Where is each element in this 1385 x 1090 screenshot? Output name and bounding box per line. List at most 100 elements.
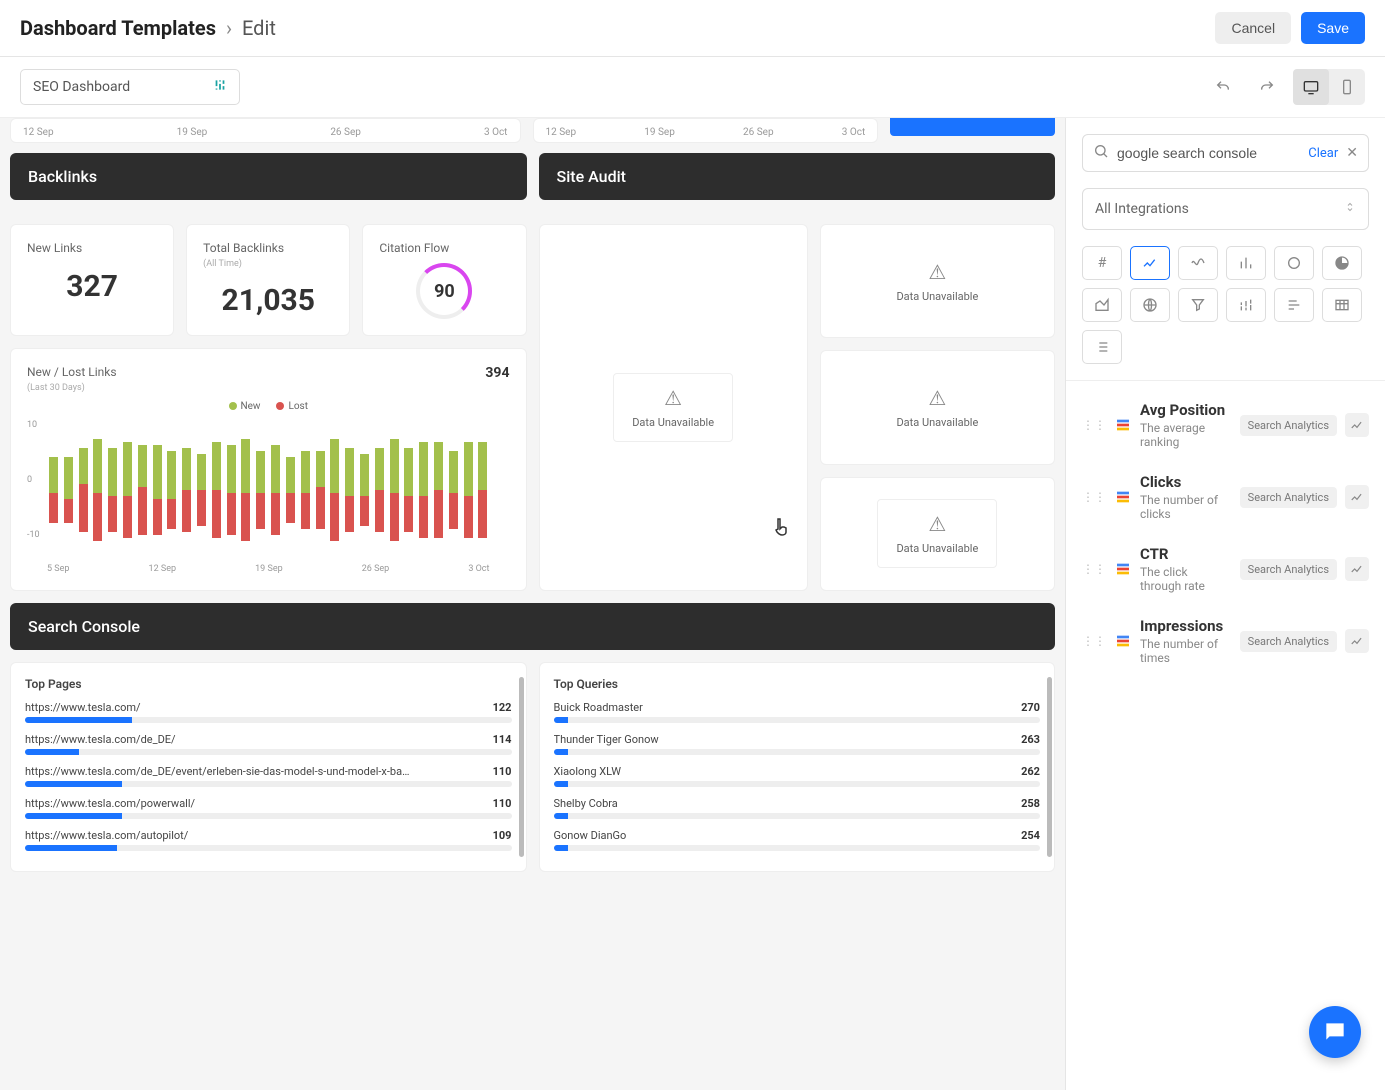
bar-pair — [269, 445, 282, 535]
chart-sub: (Last 30 Days) — [27, 383, 117, 393]
close-icon[interactable]: ✕ — [1346, 145, 1358, 161]
metric-tag: Search Analytics — [1240, 487, 1337, 508]
scrollbar[interactable] — [519, 677, 524, 857]
bar-pair — [225, 445, 238, 535]
drag-handle-icon[interactable]: ⋮⋮ — [1082, 490, 1106, 504]
wtype-area[interactable] — [1082, 288, 1122, 322]
sidebar: Clear ✕ All Integrations # ⋮⋮Avg Positio… — [1065, 118, 1385, 1090]
metric-chart-icon[interactable] — [1345, 629, 1369, 653]
list-title: Top Queries — [554, 677, 1041, 691]
undo-button[interactable] — [1205, 69, 1241, 105]
list-item[interactable]: https://www.tesla.com/de_DE/event/erlebe… — [25, 765, 512, 778]
bar-pair — [462, 442, 475, 538]
list-item-value: 114 — [493, 733, 512, 746]
legend-new: New — [229, 401, 261, 412]
wtype-sparkline[interactable] — [1178, 246, 1218, 280]
redo-button[interactable] — [1249, 69, 1285, 105]
list-item[interactable]: https://www.tesla.com/de_DE/114 — [25, 733, 512, 746]
progress-bar — [25, 813, 512, 819]
list-item[interactable]: https://www.tesla.com/powerwall/110 — [25, 797, 512, 810]
axis-label: 12 Sep — [546, 127, 577, 138]
wtype-bar[interactable] — [1226, 246, 1266, 280]
warning-icon: ⚠ — [928, 260, 946, 284]
new-lost-links-chart[interactable]: New / Lost Links (Last 30 Days) 394 New … — [10, 348, 527, 591]
save-button[interactable]: Save — [1301, 12, 1365, 44]
progress-bar — [25, 749, 512, 755]
cancel-button[interactable]: Cancel — [1215, 12, 1291, 44]
chat-fab[interactable] — [1309, 1006, 1361, 1058]
bar-pair — [254, 451, 267, 529]
wtype-line[interactable] — [1130, 246, 1170, 280]
wtype-hbar[interactable] — [1274, 288, 1314, 322]
desktop-view-button[interactable] — [1293, 69, 1329, 105]
axis-row-top: 12 Sep 19 Sep 26 Sep 3 Oct 12 Sep 19 Sep… — [10, 118, 1055, 143]
metric-row[interactable]: ⋮⋮Avg PositionThe average rankingSearch … — [1066, 389, 1385, 461]
new-links-card[interactable]: New Links 327 — [10, 224, 174, 336]
audit-card-3[interactable]: ⚠ Data Unavailable — [820, 477, 1055, 591]
audit-card-1[interactable]: ⚠ Data Unavailable — [820, 224, 1055, 338]
breadcrumb-current: Edit — [242, 16, 276, 40]
list-item[interactable]: Xiaolong XLW262 — [554, 765, 1041, 778]
list-item-value: 110 — [493, 797, 512, 810]
top-pages-card[interactable]: Top Pages https://www.tesla.com/122https… — [10, 662, 527, 872]
clear-link[interactable]: Clear — [1308, 146, 1338, 161]
drag-handle-icon[interactable]: ⋮⋮ — [1082, 634, 1106, 648]
metric-chart-icon[interactable] — [1345, 557, 1369, 581]
bar-pair — [284, 457, 297, 523]
total-backlinks-card[interactable]: Total Backlinks (All Time) 21,035 — [186, 224, 350, 336]
drag-handle-icon[interactable]: ⋮⋮ — [1082, 418, 1106, 432]
bar-chart-body: 10 0 -10 — [27, 420, 510, 560]
wtype-list[interactable] — [1082, 330, 1122, 364]
metric-chart-icon[interactable] — [1345, 413, 1369, 437]
list-item[interactable]: Buick Roadmaster270 — [554, 701, 1041, 714]
axis-card-2[interactable]: 12 Sep 19 Sep 26 Sep 3 Oct — [533, 118, 879, 143]
wtype-donut[interactable] — [1274, 246, 1314, 280]
list-item-value: 270 — [1021, 701, 1040, 714]
card-title: New Links — [27, 241, 157, 255]
metric-name: Impressions — [1140, 617, 1232, 635]
canvas[interactable]: 12 Sep 19 Sep 26 Sep 3 Oct 12 Sep 19 Sep… — [0, 118, 1065, 1090]
list-item-label: https://www.tesla.com/de_DE/ — [25, 733, 176, 746]
x-tick: 12 Sep — [149, 564, 177, 574]
list-item-value: 262 — [1021, 765, 1040, 778]
metric-row[interactable]: ⋮⋮ClicksThe number of clicksSearch Analy… — [1066, 461, 1385, 533]
blue-widget[interactable] — [890, 118, 1055, 136]
axis-card-1[interactable]: 12 Sep 19 Sep 26 Sep 3 Oct — [10, 118, 521, 143]
wtype-funnel[interactable] — [1178, 288, 1218, 322]
header-actions: Cancel Save — [1215, 12, 1365, 44]
list-item[interactable]: https://www.tesla.com/autopilot/109 — [25, 829, 512, 842]
metric-row[interactable]: ⋮⋮CTRThe click through rateSearch Analyt… — [1066, 533, 1385, 605]
list-item[interactable]: Gonow DianGo254 — [554, 829, 1041, 842]
list-item-label: https://www.tesla.com/ — [25, 701, 141, 714]
wtype-pie[interactable] — [1322, 246, 1362, 280]
wtype-number[interactable]: # — [1082, 246, 1122, 280]
integration-select[interactable]: All Integrations — [1082, 188, 1369, 230]
list-item-value: 110 — [493, 765, 512, 778]
wtype-globe[interactable] — [1130, 288, 1170, 322]
template-name-field[interactable]: SEO Dashboard — [20, 69, 240, 105]
bar-pair — [180, 448, 193, 532]
wtype-stacked[interactable] — [1226, 288, 1266, 322]
integration-label: All Integrations — [1095, 201, 1189, 217]
list-item[interactable]: https://www.tesla.com/122 — [25, 701, 512, 714]
search-input[interactable] — [1117, 145, 1300, 161]
mobile-view-button[interactable] — [1329, 69, 1365, 105]
audit-card-large[interactable]: ⚠ Data Unavailable — [539, 224, 808, 591]
metric-row[interactable]: ⋮⋮ImpressionsThe number of timesSearch A… — [1066, 605, 1385, 677]
breadcrumb-root[interactable]: Dashboard Templates — [20, 16, 216, 40]
search-box: Clear ✕ — [1082, 134, 1369, 172]
list-item[interactable]: Thunder Tiger Gonow263 — [554, 733, 1041, 746]
chart-legend: New Lost — [27, 401, 510, 412]
breadcrumb: Dashboard Templates › Edit — [20, 16, 276, 40]
list-item-value: 263 — [1021, 733, 1040, 746]
metric-chart-icon[interactable] — [1345, 485, 1369, 509]
scrollbar[interactable] — [1047, 677, 1052, 857]
bar-pair — [151, 445, 164, 535]
citation-flow-card[interactable]: Citation Flow 90 — [362, 224, 526, 336]
drag-handle-icon[interactable]: ⋮⋮ — [1082, 562, 1106, 576]
top-queries-card[interactable]: Top Queries Buick Roadmaster270 Thunder T… — [539, 662, 1056, 872]
audit-card-2[interactable]: ⚠ Data Unavailable — [820, 350, 1055, 464]
progress-bar — [554, 749, 1041, 755]
wtype-table[interactable] — [1322, 288, 1362, 322]
list-item[interactable]: Shelby Cobra258 — [554, 797, 1041, 810]
